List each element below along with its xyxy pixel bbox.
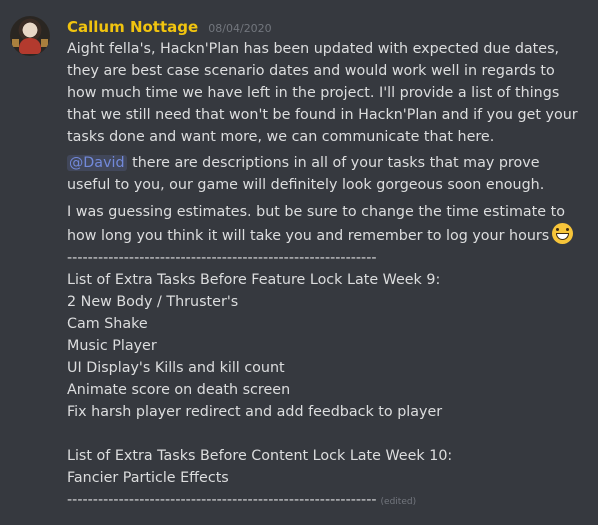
message-line: how long you think it will take you and …	[67, 223, 574, 247]
list-item: UI Display's Kills and kill count	[67, 360, 285, 376]
divider-text: ----------------------------------------…	[67, 250, 377, 266]
message-text: how long you think it will take you and …	[67, 228, 550, 244]
message-line: that we still need that won't be found i…	[67, 107, 578, 123]
message-line: Aight fella's, Hackn'Plan has been updat…	[67, 41, 560, 57]
message-line: useful to you, our game will definitely …	[67, 177, 545, 193]
list-heading: List of Extra Tasks Before Content Lock …	[67, 448, 453, 464]
message-text: there are descriptions in all of your ta…	[127, 155, 540, 171]
message-line: they are best case scenario dates and wo…	[67, 63, 555, 79]
list-item: 2 New Body / Thruster's	[67, 294, 239, 310]
list-heading: List of Extra Tasks Before Feature Lock …	[67, 272, 441, 288]
message-line: I was guessing estimates. but be sure to…	[67, 204, 565, 220]
list-item: Cam Shake	[67, 316, 148, 332]
list-item: Animate score on death screen	[67, 382, 291, 398]
grin-emoji-icon[interactable]	[552, 223, 574, 244]
divider-end: ----------------------------------------…	[67, 492, 377, 508]
message-line: tasks done and want more, we can communi…	[67, 129, 495, 145]
message-line: @David there are descriptions in all of …	[67, 152, 540, 174]
username[interactable]: Callum Nottage	[67, 18, 198, 36]
user-mention[interactable]: @David	[67, 155, 127, 171]
list-item: Music Player	[67, 338, 157, 354]
message-header: Callum Nottage 08/04/2020	[67, 17, 272, 37]
avatar[interactable]	[10, 16, 50, 56]
timestamp: 08/04/2020	[208, 22, 272, 35]
divider-text: ----------------------------------------…	[67, 489, 416, 513]
list-item: Fix harsh player redirect and add feedba…	[67, 404, 443, 420]
edited-label: (edited)	[380, 497, 417, 507]
list-item: Fancier Particle Effects	[67, 470, 229, 486]
message-line: how much time we have left in the projec…	[67, 85, 560, 101]
chat-message: Callum Nottage 08/04/2020 Aight fella's,…	[0, 0, 598, 525]
